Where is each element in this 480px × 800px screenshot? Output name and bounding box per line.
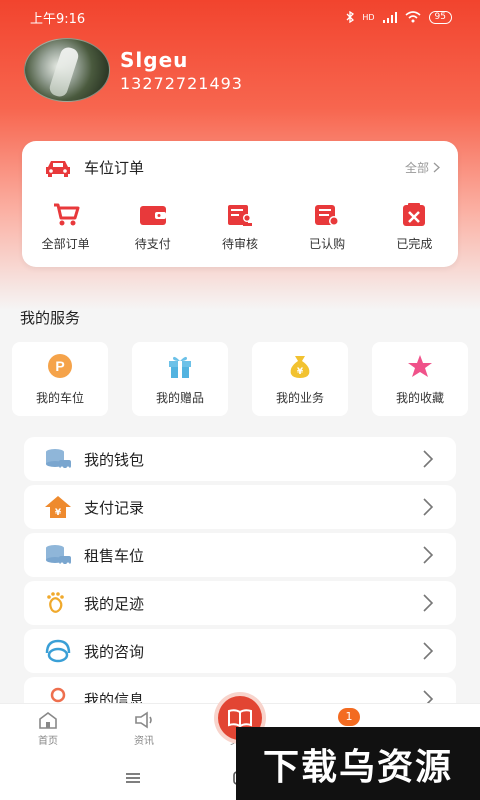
review-icon <box>227 205 252 226</box>
order-tab-completed[interactable]: 已完成 <box>371 203 458 252</box>
status-icons: HD 95 <box>346 10 452 24</box>
parking-order-card: 车位订单 全部 全部订单 待支付 待审核 已认购 已完成 <box>22 141 458 267</box>
chevron-right-icon <box>423 642 434 660</box>
service-my-gifts[interactable]: 我的赠品 <box>132 342 228 416</box>
consult-icon <box>45 639 71 663</box>
watermark-logo: 下载乌资源 <box>236 727 480 800</box>
money-bag-icon: ¥ <box>290 355 310 378</box>
subscribed-icon <box>315 205 340 226</box>
avatar[interactable] <box>24 38 110 102</box>
tab-news[interactable]: 资讯 <box>96 704 192 755</box>
tab-label: 首页 <box>38 736 58 747</box>
cart-icon <box>53 203 80 226</box>
service-label: 我的收藏 <box>395 390 444 405</box>
menu-item-wallet[interactable]: 我的钱包 <box>24 437 456 481</box>
book-icon <box>228 709 252 728</box>
service-label: 我的赠品 <box>155 390 204 405</box>
chevron-right-icon <box>433 162 440 173</box>
order-tab-label: 已认购 <box>309 237 346 251</box>
car-icon <box>46 160 70 177</box>
parking-icon: P <box>48 353 72 378</box>
coins-icon <box>46 449 71 470</box>
network-label: HD <box>362 12 375 22</box>
chevron-right-icon <box>423 546 434 564</box>
svg-text:¥: ¥ <box>297 367 304 377</box>
services-grid: P 我的车位 我的赠品 ¥ 我的业务 我的收藏 <box>12 342 468 416</box>
chevron-right-icon <box>423 450 434 468</box>
chevron-right-icon <box>423 498 434 516</box>
phone-number: 13272721493 <box>120 73 243 93</box>
menu-item-label: 我的钱包 <box>84 450 145 469</box>
svg-text:¥: ¥ <box>55 508 62 518</box>
services-section-title: 我的服务 <box>20 309 81 327</box>
order-tab-label: 全部订单 <box>41 237 90 251</box>
status-time: 上午9:16 <box>30 11 86 27</box>
home-icon <box>39 712 57 729</box>
footprint-icon <box>47 592 64 613</box>
payment-record-icon: ¥ <box>45 496 71 518</box>
order-tab-subscribed[interactable]: 已认购 <box>284 203 371 252</box>
service-label: 我的业务 <box>275 390 324 405</box>
tab-label: 资讯 <box>134 736 154 747</box>
menu-item-payment-records[interactable]: ¥ 支付记录 <box>24 485 456 529</box>
wifi-icon <box>405 11 421 23</box>
order-tab-all[interactable]: 全部订单 <box>22 203 109 252</box>
order-tab-label: 待支付 <box>134 237 171 251</box>
profile-header[interactable]: Slgeu 13272721493 <box>24 38 243 102</box>
battery-indicator: 95 <box>428 10 452 24</box>
tab-home[interactable]: 首页 <box>0 704 96 755</box>
menu-item-label: 我的足迹 <box>84 594 145 613</box>
star-icon <box>408 354 432 377</box>
completed-icon <box>403 203 426 226</box>
service-my-favorites[interactable]: 我的收藏 <box>372 342 468 416</box>
menu-item-label: 租售车位 <box>84 546 145 565</box>
service-my-business[interactable]: ¥ 我的业务 <box>252 342 348 416</box>
menu-item-consultations[interactable]: 我的咨询 <box>24 629 456 673</box>
view-all-orders-link[interactable]: 全部 <box>405 159 440 176</box>
signal-icon <box>382 11 397 23</box>
menu-item-label: 支付记录 <box>84 498 145 517</box>
order-card-title: 车位订单 <box>84 159 145 177</box>
service-my-parking[interactable]: P 我的车位 <box>12 342 108 416</box>
menu-item-footprints[interactable]: 我的足迹 <box>24 581 456 625</box>
view-all-label: 全部 <box>404 161 429 175</box>
service-label: 我的车位 <box>35 390 84 405</box>
menu-item-label: 我的咨询 <box>84 642 145 661</box>
order-tab-pending-payment[interactable]: 待支付 <box>109 203 196 252</box>
status-bar: 上午9:16 HD 95 <box>0 0 480 34</box>
chevron-right-icon <box>423 594 434 612</box>
gift-icon <box>169 356 191 378</box>
speaker-icon <box>135 711 152 729</box>
wallet-icon <box>139 206 166 225</box>
username: Slgeu <box>120 47 189 72</box>
menu-item-rent-sell-parking[interactable]: 租售车位 <box>24 533 456 577</box>
rent-sell-icon <box>46 545 71 566</box>
order-tab-pending-review[interactable]: 待审核 <box>196 203 283 252</box>
bluetooth-icon <box>346 11 355 23</box>
svg-text:P: P <box>55 358 64 374</box>
order-tab-label: 待审核 <box>221 237 258 251</box>
message-count-badge: 1 <box>338 708 360 726</box>
account-menu: 我的钱包 ¥ 支付记录 租售车位 我的足迹 我的咨询 我的信息 <box>24 437 456 725</box>
order-tab-label: 已完成 <box>396 237 433 251</box>
menu-nav-icon[interactable] <box>125 772 141 784</box>
